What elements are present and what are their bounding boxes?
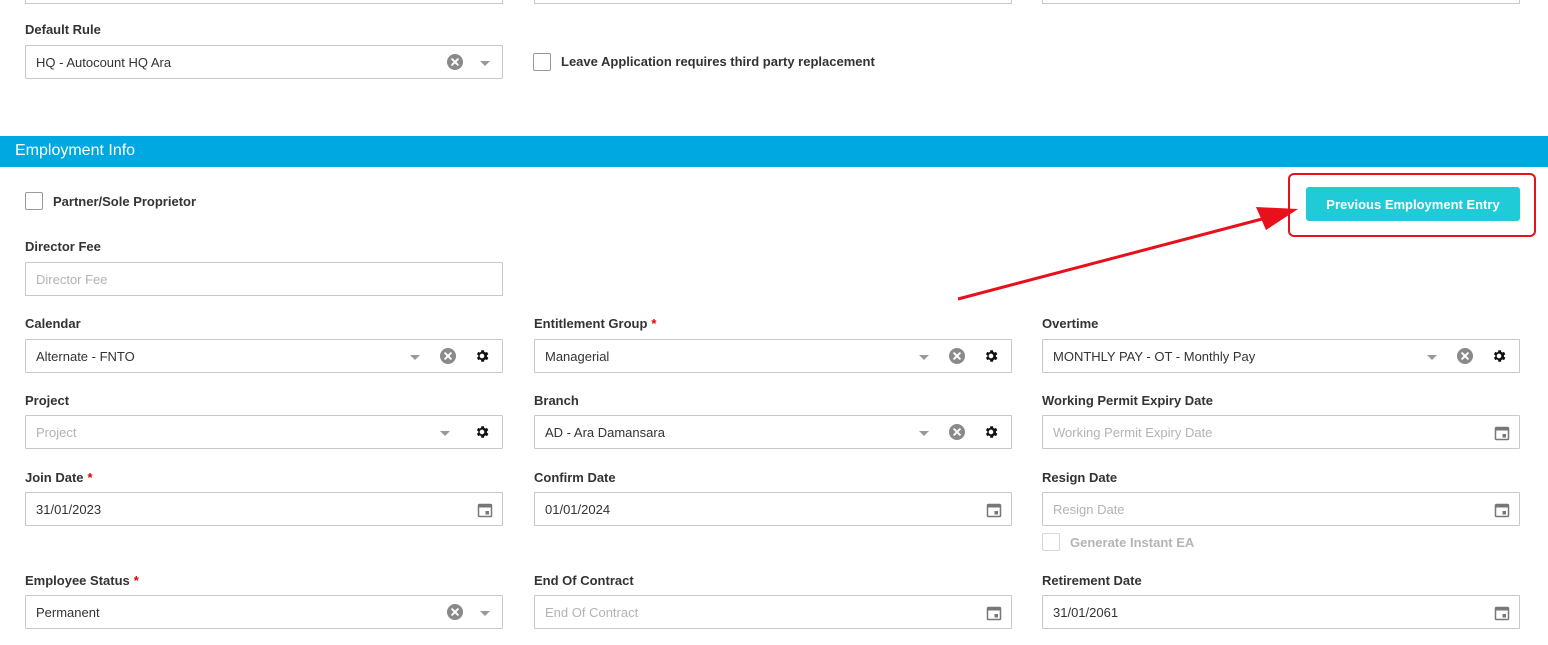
entitlement-group-label-text: Entitlement Group — [534, 316, 648, 331]
join-date-label-text: Join Date — [25, 470, 84, 485]
resign-date-input[interactable]: Resign Date — [1042, 492, 1520, 526]
calendar-icon[interactable] — [1494, 605, 1510, 621]
director-fee-placeholder: Director Fee — [36, 272, 108, 287]
gear-icon[interactable] — [983, 424, 999, 440]
generate-instant-ea-checkbox[interactable] — [1042, 533, 1060, 551]
calendar-icon[interactable] — [477, 502, 493, 518]
overtime-value: MONTHLY PAY - OT - Monthly Pay — [1053, 349, 1256, 364]
branch-label: Branch — [534, 393, 579, 408]
join-date-label: Join Date * — [25, 470, 93, 485]
retirement-date-label: Retirement Date — [1042, 573, 1142, 588]
entitlement-group-value: Managerial — [545, 349, 610, 364]
working-permit-label: Working Permit Expiry Date — [1042, 393, 1213, 408]
entitlement-group-label: Entitlement Group * — [534, 316, 656, 331]
confirm-date-value: 01/01/2024 — [545, 502, 611, 517]
confirm-date-input[interactable]: 01/01/2024 — [534, 492, 1012, 526]
retirement-date-input[interactable]: 31/01/2061 — [1042, 595, 1520, 629]
clear-icon[interactable] — [447, 604, 463, 620]
resign-date-label: Resign Date — [1042, 470, 1118, 485]
annotation-arrow-shaft — [957, 217, 1263, 301]
end-of-contract-placeholder: End Of Contract — [545, 605, 639, 620]
chevron-down-icon[interactable] — [919, 431, 929, 436]
gear-icon[interactable] — [983, 348, 999, 364]
gear-icon[interactable] — [474, 424, 490, 440]
resign-date-placeholder: Resign Date — [1053, 502, 1125, 517]
confirm-date-label: Confirm Date — [534, 470, 616, 485]
annotation-arrow — [957, 207, 1298, 301]
gear-icon[interactable] — [1491, 348, 1507, 364]
calendar-icon[interactable] — [986, 605, 1002, 621]
clear-icon[interactable] — [949, 424, 965, 440]
calendar-label: Calendar — [25, 316, 81, 331]
chevron-down-icon[interactable] — [410, 355, 420, 360]
employee-status-select[interactable]: Permanent — [25, 595, 503, 629]
director-fee-label: Director Fee — [25, 239, 101, 254]
project-select[interactable]: Project — [25, 415, 503, 449]
project-placeholder: Project — [36, 425, 77, 440]
overtime-select[interactable]: MONTHLY PAY - OT - Monthly Pay — [1042, 339, 1520, 373]
join-date-value: 31/01/2023 — [36, 502, 102, 517]
employee-status-value: Permanent — [36, 605, 100, 620]
branch-select[interactable]: AD - Ara Damansara — [534, 415, 1012, 449]
chevron-down-icon[interactable] — [440, 431, 450, 436]
calendar-select[interactable]: Alternate - FNTO — [25, 339, 503, 373]
clear-icon[interactable] — [1457, 348, 1473, 364]
required-mark: * — [651, 316, 657, 331]
working-permit-placeholder: Working Permit Expiry Date — [1053, 425, 1213, 440]
required-mark: * — [87, 470, 93, 485]
overtime-label: Overtime — [1042, 316, 1099, 331]
annotation-arrowhead — [1256, 207, 1298, 230]
clear-icon[interactable] — [440, 348, 456, 364]
retirement-date-value: 31/01/2061 — [1053, 605, 1119, 620]
project-label: Project — [25, 393, 70, 408]
branch-value: AD - Ara Damansara — [545, 425, 665, 440]
calendar-icon[interactable] — [986, 502, 1002, 518]
employee-status-label-text: Employee Status — [25, 573, 130, 588]
end-of-contract-input[interactable]: End Of Contract — [534, 595, 1012, 629]
generate-instant-ea-label: Generate Instant EA — [1070, 535, 1195, 550]
employee-status-label: Employee Status * — [25, 573, 139, 588]
calendar-icon[interactable] — [1494, 425, 1510, 441]
working-permit-date-input[interactable]: Working Permit Expiry Date — [1042, 415, 1520, 449]
calendar-value: Alternate - FNTO — [36, 349, 135, 364]
chevron-down-icon[interactable] — [1427, 355, 1437, 360]
end-of-contract-label: End Of Contract — [534, 573, 634, 588]
clear-icon[interactable] — [949, 348, 965, 364]
calendar-icon[interactable] — [1494, 502, 1510, 518]
join-date-input[interactable]: 31/01/2023 — [25, 492, 503, 526]
required-mark: * — [133, 573, 139, 588]
director-fee-input[interactable]: Director Fee — [25, 262, 503, 296]
chevron-down-icon[interactable] — [480, 611, 490, 616]
entitlement-group-select[interactable]: Managerial — [534, 339, 1012, 373]
gear-icon[interactable] — [474, 348, 490, 364]
chevron-down-icon[interactable] — [919, 355, 929, 360]
